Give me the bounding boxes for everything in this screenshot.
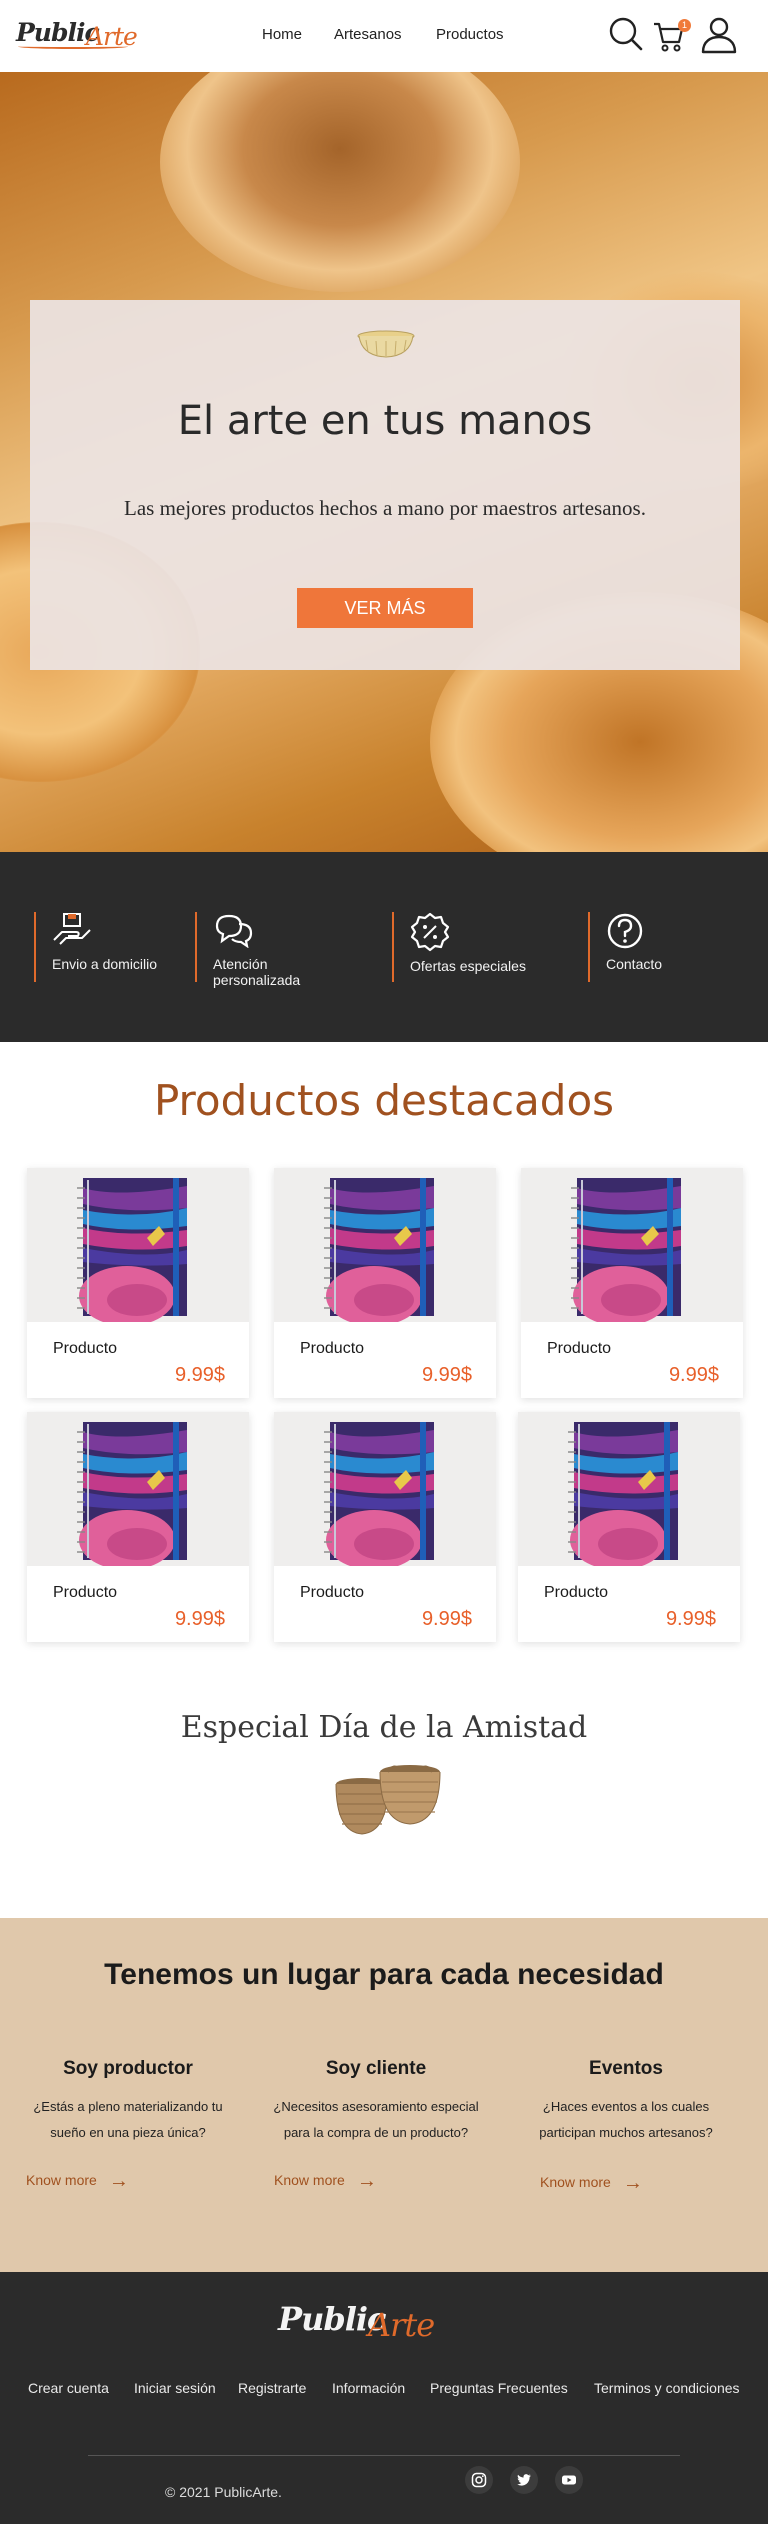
product-name: Producto [300,1584,365,1601]
logo[interactable]: Public Arte [16,16,150,52]
product-image [518,1412,740,1566]
know-more-link-cliente[interactable]: Know more → [274,2170,377,2193]
footer-link-terminos[interactable]: Terminos y condiciones [594,2380,740,2396]
product-name: Producto [53,1340,118,1357]
nav-home[interactable]: Home [262,26,302,43]
needs-section: Tenemos un lugar para cada necesidad Soy… [0,1918,768,2272]
featured-title: Productos destacados [153,1076,615,1125]
baskets-image [335,1765,441,1835]
footer-link-registrarte[interactable]: Registrarte [238,2380,306,2396]
feature-attention[interactable]: Atención personalizada [195,912,375,988]
twitter-button[interactable] [510,2466,538,2494]
youtube-icon [562,2475,576,2485]
question-circle-icon [607,913,643,949]
site-header: Public Arte Home Artesanos Productos 1 [0,0,768,72]
product-price: 9.99$ [174,1608,225,1630]
product-card[interactable]: Producto 9.99$ [27,1168,249,1398]
footer-logo[interactable]: Public Arte [278,2296,458,2348]
instagram-icon [471,2472,487,2488]
cart-count-badge: 1 [678,19,691,32]
nav-artesanos[interactable]: Artesanos [334,26,402,43]
need-text: ¿Estás a pleno materializando tu sueño e… [33,2099,223,2140]
product-card[interactable]: Producto 9.99$ [274,1168,496,1398]
product-price: 9.99$ [665,1608,716,1630]
product-name: Producto [300,1340,365,1357]
hero-title: El arte en tus manos [177,398,593,444]
search-icon[interactable] [608,16,644,52]
arrow-right-icon: → [356,2170,377,2192]
footer-link-crear-cuenta[interactable]: Crear cuenta [28,2380,109,2396]
product-image [274,1412,496,1566]
product-image-wrapper[interactable] [27,1168,249,1322]
product-image [27,1412,249,1566]
youtube-button[interactable] [555,2466,583,2494]
product-image [27,1168,249,1322]
footer-link-iniciar-sesion[interactable]: Iniciar sesión [134,2380,216,2396]
chat-bubbles-icon [215,914,253,948]
need-column-productor: Soy productor ¿Estás a pleno materializa… [18,2058,238,2146]
product-name: Producto [544,1584,609,1601]
need-heading: Eventos [589,2058,663,2079]
twitter-icon [517,2474,531,2486]
know-more-link-productor[interactable]: Know more → [26,2170,129,2193]
nav-productos[interactable]: Productos [436,26,504,43]
product-image-wrapper[interactable] [518,1412,740,1566]
footer-divider [88,2455,680,2456]
product-price: 9.99$ [668,1364,719,1386]
product-image [521,1168,743,1322]
product-card[interactable]: Producto 9.99$ [518,1412,740,1642]
delivery-hand-icon [53,913,91,945]
product-card[interactable]: Producto 9.99$ [27,1412,249,1642]
need-heading: Soy cliente [325,2058,427,2079]
logo-swoosh [18,44,128,49]
product-card[interactable]: Producto 9.99$ [521,1168,743,1398]
product-price: 9.99$ [421,1364,472,1386]
product-image-wrapper[interactable] [274,1168,496,1322]
product-image-wrapper[interactable] [521,1168,743,1322]
discount-badge-icon [410,912,450,952]
features-bar: Envio a domicilio Atención personalizada… [0,852,768,1042]
product-price: 9.99$ [174,1364,225,1386]
feature-contact[interactable]: Contacto [588,912,748,982]
ver-mas-button[interactable]: VER MÁS [297,588,473,628]
instagram-button[interactable] [465,2466,493,2494]
footer-link-preguntas[interactable]: Preguntas Frecuentes [430,2380,568,2396]
hero-card: El arte en tus manos Las mejores product… [30,300,740,670]
product-name: Producto [547,1340,612,1357]
needs-title: Tenemos un lugar para cada necesidad [104,1958,664,1991]
feature-delivery[interactable]: Envio a domicilio [34,912,194,982]
arrow-right-icon: → [622,2172,643,2194]
hero-subtitle: Las mejores productos hechos a mano por … [124,496,646,520]
arrow-right-icon: → [108,2170,129,2192]
user-icon[interactable] [700,16,738,54]
product-image-wrapper[interactable] [27,1412,249,1566]
need-column-eventos: Eventos ¿Haces eventos a los cuales part… [516,2058,736,2146]
pot-decoration [160,72,520,292]
know-more-link-eventos[interactable]: Know more → [540,2172,643,2195]
product-card[interactable]: Producto 9.99$ [274,1412,496,1642]
need-text: ¿Necesitos asesoramiento especial para l… [273,2099,479,2140]
feature-offers[interactable]: Ofertas especiales [392,912,572,982]
copyright: © 2021 PublicArte. [165,2484,282,2500]
need-column-cliente: Soy cliente ¿Necesitos asesoramiento esp… [266,2058,486,2146]
basket-icon [357,330,415,358]
product-name: Producto [53,1584,118,1601]
special-title: Especial Día de la Amistad [180,1710,588,1745]
need-heading: Soy productor [63,2058,193,2079]
hero-banner: El arte en tus manos Las mejores product… [0,72,768,852]
product-price: 9.99$ [421,1608,472,1630]
product-image [274,1168,496,1322]
footer-link-informacion[interactable]: Información [332,2380,405,2396]
site-footer: Public Arte [0,2272,768,2524]
need-text: ¿Haces eventos a los cuales participan m… [539,2099,713,2140]
product-image-wrapper[interactable] [274,1412,496,1566]
